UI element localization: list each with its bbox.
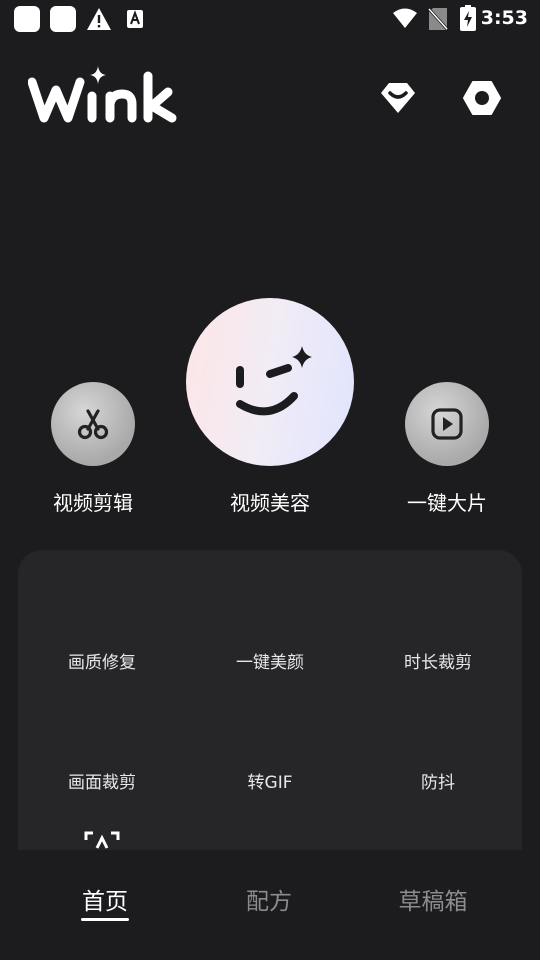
tab-recipes[interactable]: 配方 [209,882,329,916]
app-icon [50,6,76,32]
wifi-icon [393,8,417,28]
video-edit-button[interactable] [51,382,135,466]
tab-home[interactable]: 首页 [45,882,165,916]
settings-button[interactable] [462,78,502,118]
logo-graphic [27,66,177,123]
font-icon [127,10,143,28]
wink-face-icon [236,346,312,416]
active-tab-indicator [81,918,129,921]
settings-hexagon-icon [463,81,501,115]
battery-charging-icon [460,5,476,31]
one-click-blockbuster-button[interactable] [405,382,489,466]
status-bar: 3:53 [0,0,540,38]
warning-icon [87,8,111,30]
tab-drafts[interactable]: 草稿箱 [373,882,493,916]
no-sim-icon [428,7,448,31]
tool-stabilize[interactable]: 防抖 [354,768,522,793]
tool-frame-crop[interactable]: 画面裁剪 [18,768,186,793]
video-edit-label: 视频剪辑 [53,491,133,515]
clock: 3:53 [480,7,528,29]
bottom-nav: 首页 配方 草稿箱 [0,850,540,960]
tools-panel [18,550,522,850]
face-scan-icon [84,830,120,850]
tool-convert-gif[interactable]: 转GIF [186,768,354,793]
one-click-blockbuster-label: 一键大片 [407,491,487,515]
tool-duration-trim[interactable]: 时长裁剪 [354,648,522,673]
tool-quality-repair[interactable]: 画质修复 [18,648,186,673]
scissors-icon [77,409,109,440]
vip-diamond-icon [381,83,415,113]
video-beauty-button[interactable] [186,298,354,466]
app-icon [14,6,40,32]
wink-logo [27,62,188,130]
vip-button[interactable] [378,78,418,118]
video-beauty-label: 视频美容 [230,491,310,515]
play-icon [431,408,463,440]
tool-one-click-beauty[interactable]: 一键美颜 [186,648,354,673]
